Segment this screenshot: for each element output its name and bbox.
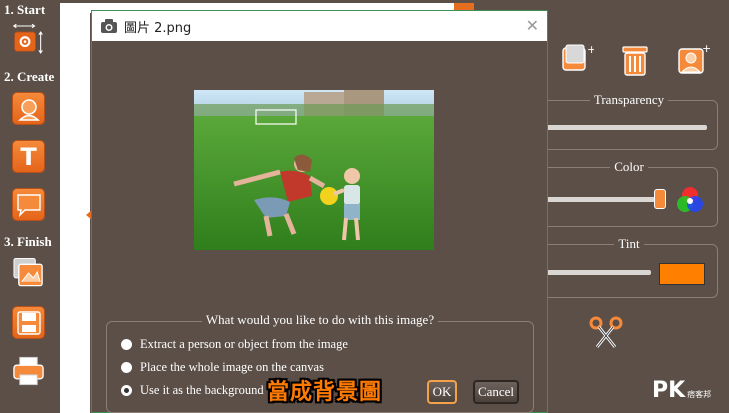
text-icon: T: [20, 142, 37, 171]
speech-bubble-icon: [16, 193, 41, 217]
tint-group: Tint: [540, 236, 718, 298]
option-place-whole-image[interactable]: Place the whole image on the canvas: [121, 360, 324, 375]
watermark-sub: 痞客邦: [687, 390, 712, 399]
tint-swatch[interactable]: [659, 263, 705, 285]
radio-extract-object[interactable]: [121, 339, 132, 350]
add-speech-bubble-button[interactable]: [12, 188, 45, 221]
ok-button[interactable]: OK: [427, 380, 457, 404]
option-use-as-background-label: Use it as the background: [140, 383, 264, 397]
dialog-titlebar[interactable]: 圖片 2.png ✕: [92, 11, 547, 41]
dialog-title: 圖片 2.png: [124, 20, 192, 36]
transparency-slider[interactable]: [543, 125, 707, 130]
canvas-size-button[interactable]: [12, 22, 45, 55]
camera-icon: [101, 19, 117, 33]
color-wheel-icon[interactable]: [675, 185, 705, 215]
add-text-button[interactable]: T: [12, 140, 45, 173]
print-button[interactable]: [12, 354, 45, 387]
section-finish-label: 3. Finish: [4, 234, 52, 249]
color-group: Color: [540, 159, 718, 227]
floppy-disk-icon: [16, 310, 41, 335]
cancel-button[interactable]: Cancel: [473, 380, 519, 404]
radio-place-whole-image[interactable]: [121, 362, 132, 373]
image-import-dialog: 圖片 2.png ✕ What would you like to do wit…: [91, 10, 548, 413]
color-label: Color: [610, 159, 648, 174]
duplicate-icon[interactable]: +: [560, 43, 594, 77]
radio-use-as-background[interactable]: [121, 385, 132, 396]
image-preview: [194, 90, 434, 250]
person-icon: [17, 98, 40, 121]
canvas-resize-icon: [12, 23, 43, 54]
option-extract-object[interactable]: Extract a person or object from the imag…: [121, 337, 348, 352]
image-gallery-icon: [13, 257, 43, 286]
add-person-layer-icon[interactable]: +: [676, 43, 710, 77]
save-image-button[interactable]: [12, 256, 45, 289]
scissors-icon[interactable]: [589, 315, 623, 349]
section-create-label: 2. Create: [4, 69, 55, 84]
option-extract-object-label: Extract a person or object from the imag…: [140, 337, 348, 351]
tint-slider[interactable]: [543, 270, 651, 275]
trash-icon[interactable]: [618, 43, 652, 77]
transparency-label: Transparency: [589, 92, 669, 107]
add-person-button[interactable]: [12, 92, 45, 125]
left-toolbar: 1. Start 2. Create T 3. Finish: [0, 0, 58, 413]
printer-icon: [13, 356, 44, 385]
color-slider[interactable]: [543, 197, 661, 202]
tint-label: Tint: [614, 236, 644, 251]
option-place-whole-image-label: Place the whole image on the canvas: [140, 360, 324, 374]
close-icon[interactable]: ✕: [526, 16, 539, 35]
svg-text:+: +: [702, 43, 710, 55]
save-disk-button[interactable]: [12, 306, 45, 339]
watermark-main: PK: [652, 378, 686, 403]
preview-photo: [194, 90, 434, 250]
color-slider-handle[interactable]: [654, 189, 666, 209]
options-question: What would you like to do with this imag…: [201, 312, 439, 327]
option-use-as-background[interactable]: Use it as the background: [121, 383, 264, 398]
canvas-area-left[interactable]: [60, 3, 90, 413]
transparency-group: Transparency: [540, 92, 718, 150]
background-caption-overlay: 當成背景圖: [267, 380, 383, 405]
watermark: PK 痞客邦: [652, 378, 711, 403]
import-options-group: What would you like to do with this imag…: [106, 312, 534, 413]
section-start-label: 1. Start: [4, 2, 46, 17]
svg-text:+: +: [587, 43, 594, 56]
